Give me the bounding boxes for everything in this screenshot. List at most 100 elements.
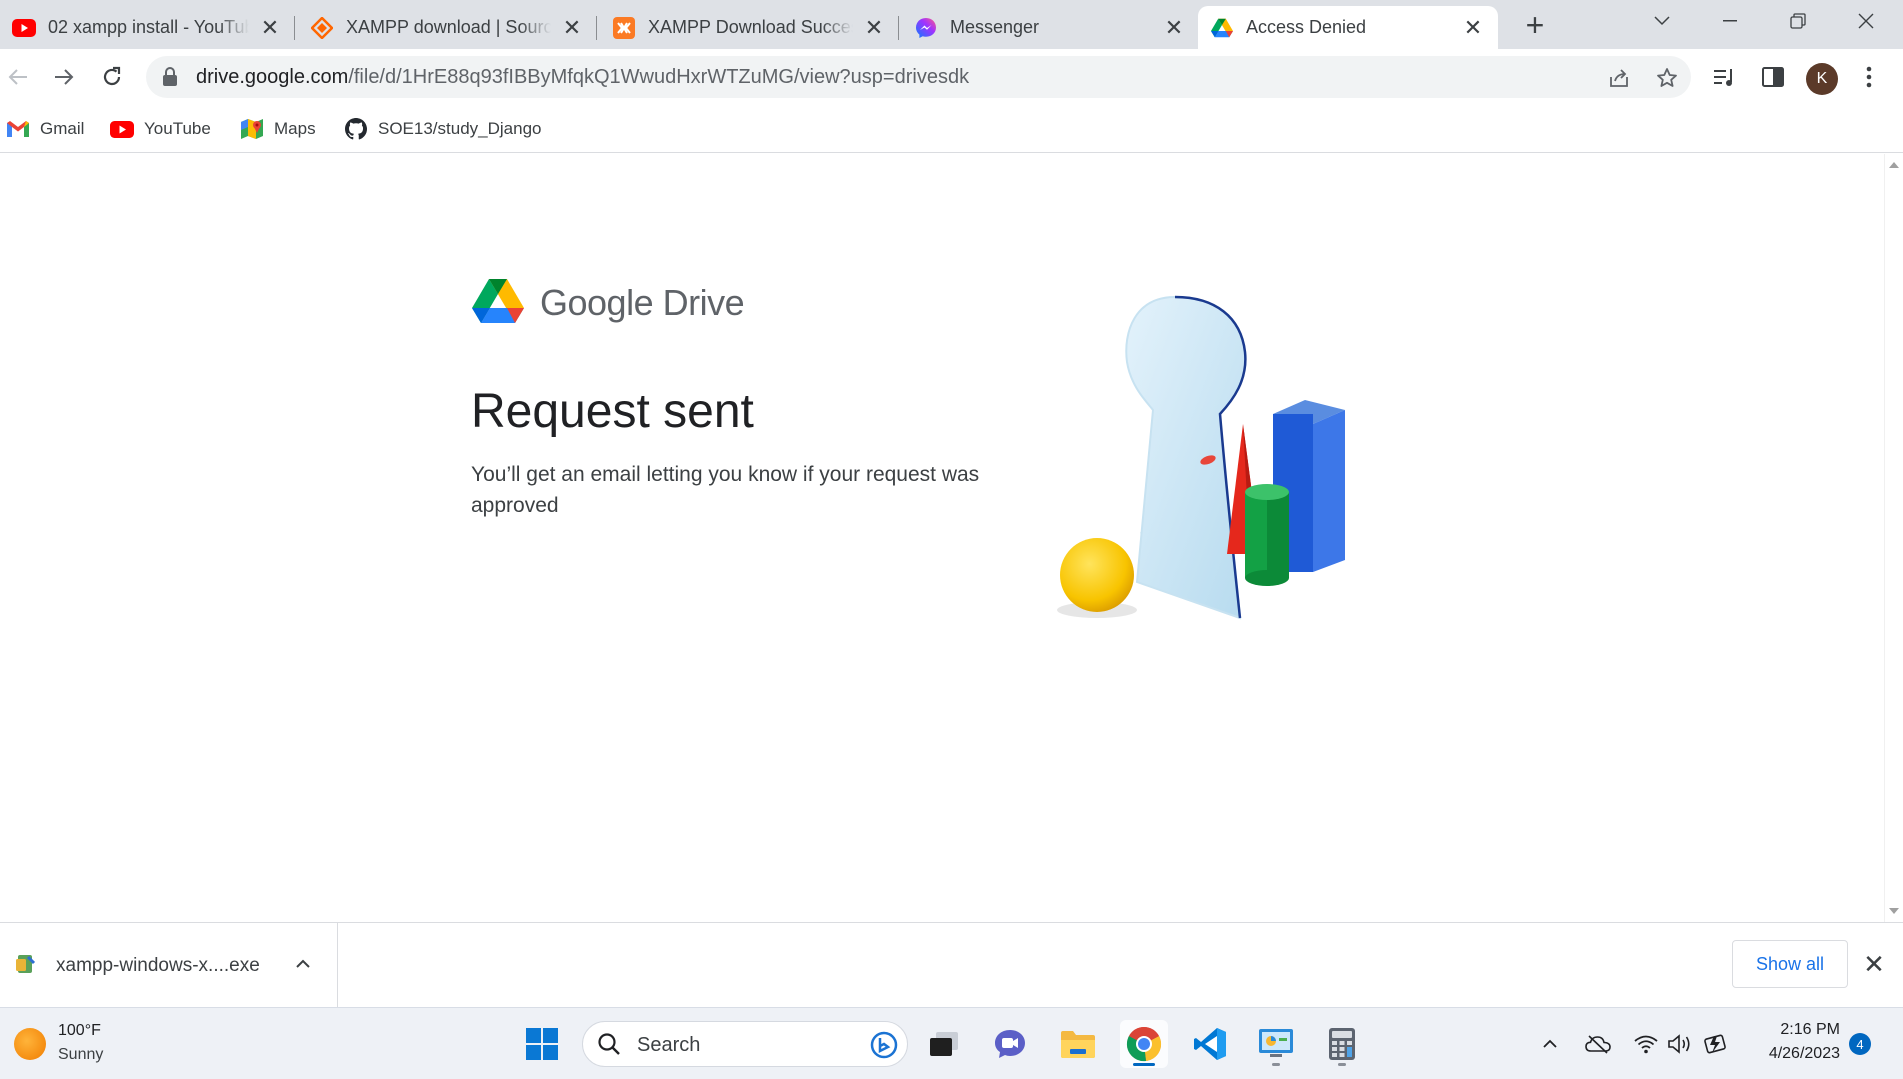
bookmark-youtube[interactable]: YouTube <box>110 115 211 143</box>
close-window-button[interactable] <box>1838 0 1894 42</box>
weather-description: Sunny <box>58 1046 104 1063</box>
bookmark-github[interactable]: SOE13/study_Django <box>344 115 542 143</box>
volume-icon[interactable] <box>1666 1030 1694 1058</box>
keyhole-illustration <box>1057 295 1345 620</box>
show-all-downloads-button[interactable]: Show all <box>1732 940 1848 988</box>
search-icon <box>598 1033 620 1055</box>
battery-charging-icon[interactable] <box>1702 1030 1730 1058</box>
vscode-taskbar-button[interactable] <box>1186 1020 1234 1068</box>
bookmark-label: SOE13/study_Django <box>378 119 542 138</box>
google-drive-wordmark: Google Drive <box>540 282 745 323</box>
active-app-indicator <box>1133 1063 1155 1066</box>
show-hidden-icons-chevron-icon[interactable] <box>1536 1030 1564 1058</box>
running-app-indicator <box>1338 1063 1346 1066</box>
share-icon[interactable] <box>1606 65 1632 91</box>
control-panel-icon <box>1259 1029 1293 1057</box>
tab-access-denied[interactable]: Access Denied ✕ <box>1198 6 1498 49</box>
close-tab-icon[interactable]: ✕ <box>257 15 283 41</box>
download-shelf: xampp-windows-x....exe Show all ✕ <box>0 922 1903 1007</box>
task-view-icon <box>930 1032 958 1056</box>
tab-messenger[interactable]: Messenger ✕ <box>902 6 1199 49</box>
browser-toolbar: drive.google.com/file/d/1HrE88q93fIBByMf… <box>0 49 1903 105</box>
weather-temperature: 100°F <box>58 1022 101 1039</box>
tab-title: XAMPP Download Success <box>648 17 853 37</box>
sun-icon <box>14 1028 46 1060</box>
close-tab-icon[interactable]: ✕ <box>1161 15 1187 41</box>
file-explorer-button[interactable] <box>1054 1020 1102 1068</box>
clock-date[interactable]: 4/26/2023 <box>1748 1045 1840 1063</box>
tab-xampp[interactable]: XAMPP Download Success ✕ <box>600 6 899 49</box>
windows-logo-icon <box>526 1028 558 1060</box>
start-button[interactable] <box>518 1020 566 1068</box>
task-view-button[interactable] <box>920 1020 968 1068</box>
url-path: /file/d/1HrE88q93fIBByMfqkQ1WwudHxrWTZuM… <box>348 66 970 88</box>
vertical-scrollbar[interactable] <box>1884 154 1903 922</box>
chrome-taskbar-button[interactable] <box>1120 1020 1168 1068</box>
calculator-icon <box>1329 1028 1355 1060</box>
bookmark-maps[interactable]: Maps <box>240 115 316 143</box>
reading-list-icon[interactable] <box>1709 62 1739 92</box>
calculator-taskbar-button[interactable] <box>1318 1020 1366 1068</box>
reload-button[interactable] <box>94 59 130 95</box>
tab-search-chevron-icon[interactable] <box>1634 0 1690 42</box>
lock-icon[interactable] <box>162 67 178 92</box>
scroll-up-arrow-icon[interactable] <box>1889 162 1899 168</box>
tab-title: 02 xampp install - YouTube <box>48 17 249 37</box>
close-tab-icon[interactable]: ✕ <box>1460 15 1486 41</box>
wifi-icon[interactable] <box>1632 1030 1660 1058</box>
restore-button[interactable] <box>1770 0 1826 42</box>
address-bar[interactable]: drive.google.com/file/d/1HrE88q93fIBByMf… <box>146 56 1691 98</box>
messenger-icon <box>914 16 938 40</box>
google-drive-logo-icon <box>472 279 524 323</box>
bookmark-label: Gmail <box>40 119 85 138</box>
bookmark-label: YouTube <box>144 119 211 138</box>
tab-title: Access Denied <box>1246 17 1367 37</box>
download-file-name: xampp-windows-x....exe <box>56 955 260 976</box>
control-panel-taskbar-button[interactable] <box>1252 1020 1300 1068</box>
clock-time[interactable]: 2:16 PM <box>1770 1021 1840 1039</box>
bookmark-gmail[interactable]: Gmail <box>6 115 84 143</box>
tab-title: Messenger <box>950 17 1040 37</box>
chrome-icon <box>1126 1027 1162 1062</box>
close-tab-icon[interactable]: ✕ <box>559 15 585 41</box>
github-icon <box>344 117 368 141</box>
profile-avatar[interactable]: K <box>1806 63 1838 95</box>
bing-icon[interactable] <box>869 1030 899 1060</box>
minimize-button[interactable] <box>1702 0 1758 42</box>
tab-sourceforge[interactable]: XAMPP download | SourceForge.net ✕ <box>298 6 597 49</box>
gmail-icon <box>6 117 30 141</box>
running-app-indicator <box>1272 1063 1280 1066</box>
notification-badge[interactable]: 4 <box>1849 1033 1871 1055</box>
search-placeholder: Search <box>637 1034 701 1056</box>
back-button[interactable] <box>0 59 36 95</box>
vscode-icon <box>1194 1028 1226 1060</box>
tab-title: XAMPP download | SourceForge.net <box>346 17 551 37</box>
onedrive-offline-icon[interactable] <box>1584 1030 1612 1058</box>
page-content: Google Drive Request sent You’ll get an … <box>0 154 1884 922</box>
bookmark-label: Maps <box>274 119 316 138</box>
request-message: You’ll get an email letting you know if … <box>471 463 980 517</box>
sourceforge-icon <box>310 16 334 40</box>
bookmark-star-icon[interactable] <box>1654 65 1680 91</box>
tab-separator <box>898 16 899 40</box>
side-panel-icon[interactable] <box>1758 62 1788 92</box>
new-tab-button[interactable]: + <box>1520 7 1550 43</box>
more-menu-icon[interactable] <box>1854 62 1884 92</box>
taskbar-search[interactable]: Search <box>582 1021 908 1067</box>
folder-icon <box>1061 1031 1095 1058</box>
close-download-bar-icon[interactable]: ✕ <box>1860 949 1888 979</box>
windows-taskbar: 100°F Sunny Search 2:16 PM 4/26/2023 4 <box>0 1007 1903 1079</box>
chevron-up-icon[interactable] <box>290 951 316 977</box>
scroll-down-arrow-icon[interactable] <box>1889 908 1899 914</box>
google-drive-icon <box>1210 16 1234 40</box>
tab-separator <box>596 16 597 40</box>
download-item[interactable]: xampp-windows-x....exe <box>0 923 338 1007</box>
bookmarks-bar: Gmail YouTube Maps SOE13/study_Django <box>0 105 1903 153</box>
url-host: drive.google.com <box>196 66 349 88</box>
teams-chat-icon <box>995 1030 1025 1058</box>
teams-chat-button[interactable] <box>986 1020 1034 1068</box>
url-text[interactable]: drive.google.com/file/d/1HrE88q93fIBByMf… <box>196 66 969 89</box>
tab-youtube[interactable]: 02 xampp install - YouTube ✕ <box>0 6 295 49</box>
close-tab-icon[interactable]: ✕ <box>861 15 887 41</box>
forward-button[interactable] <box>46 59 82 95</box>
